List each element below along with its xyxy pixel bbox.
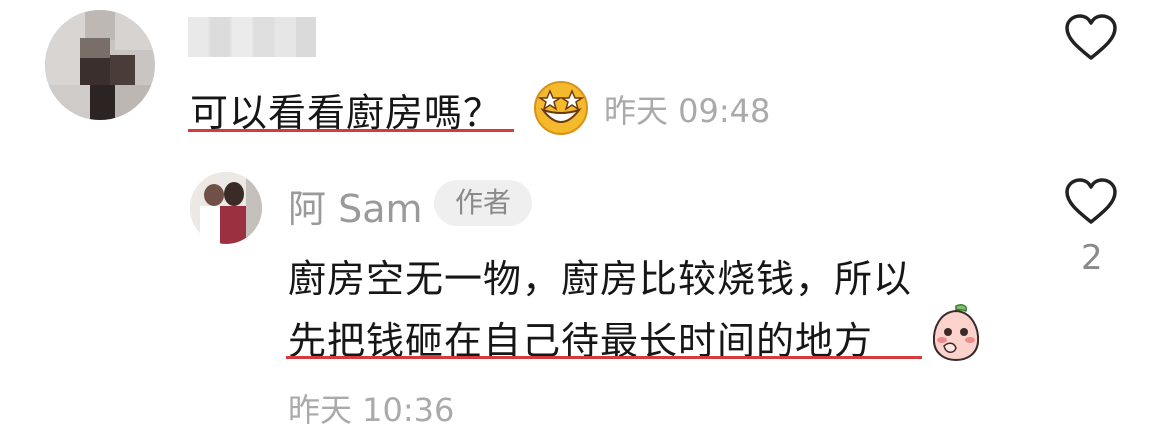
reply-time: 昨天 10:36 — [288, 391, 455, 429]
reply-like-count: 2 — [1081, 238, 1103, 278]
reply-underline — [286, 356, 922, 359]
reply-author-avatar[interactable] — [190, 172, 262, 244]
reply-author-name[interactable]: 阿 Sam — [288, 178, 423, 233]
comment-underline — [188, 129, 514, 132]
comment-time: 昨天 09:48 — [604, 92, 771, 130]
heart-outline-icon[interactable] — [1064, 14, 1118, 62]
star-struck-emoji — [534, 81, 588, 135]
commenter-name-blurred[interactable] — [188, 17, 316, 57]
heart-outline-icon[interactable] — [1064, 178, 1118, 226]
reply-text-line-1: 廚房空无一物，廚房比较烧钱，所以 — [288, 257, 913, 301]
commenter-avatar[interactable] — [45, 10, 155, 120]
shy-peach-emoji — [932, 304, 980, 362]
author-badge: 作者 — [434, 180, 532, 226]
